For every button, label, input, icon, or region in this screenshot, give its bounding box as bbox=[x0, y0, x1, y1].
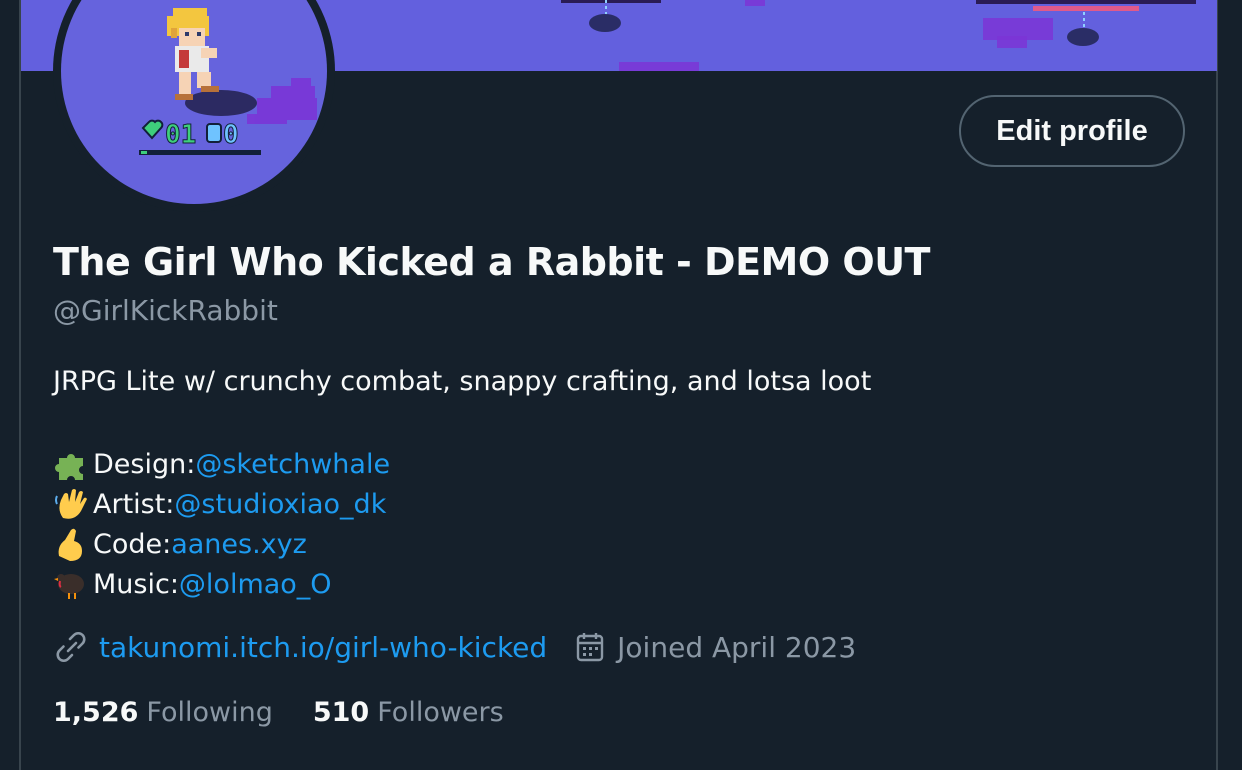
puzzle-piece-icon bbox=[53, 446, 91, 482]
credit-link-code[interactable]: aanes.xyz bbox=[171, 529, 307, 560]
credit-code: Code: aanes.xyz bbox=[53, 524, 307, 564]
followers-label: Followers bbox=[377, 696, 504, 728]
link-icon bbox=[53, 630, 89, 664]
avatar-shields-count: 0 bbox=[223, 120, 239, 150]
heart-icon bbox=[141, 119, 164, 140]
credit-link-design[interactable]: @sketchwhale bbox=[195, 449, 390, 480]
credit-role: Music: bbox=[93, 568, 179, 600]
edit-profile-button[interactable]: Edit profile bbox=[959, 95, 1185, 167]
bio-text: JRPG Lite w/ crunchy combat, snappy craf… bbox=[53, 366, 872, 397]
avatar-pixel-art: 01 0 bbox=[139, 8, 317, 155]
credit-link-music[interactable]: @lolmao_O bbox=[179, 569, 332, 600]
waving-hand-icon bbox=[53, 486, 91, 522]
followers-count: 510 bbox=[312, 696, 370, 728]
banner-purple-splash bbox=[745, 0, 765, 6]
credit-role: Code: bbox=[93, 528, 172, 560]
banner-purple-splash bbox=[619, 62, 699, 71]
avatar-image: 01 0 bbox=[61, 0, 327, 204]
calendar-icon bbox=[575, 631, 607, 663]
following-link[interactable]: 1,526 Following bbox=[53, 697, 273, 728]
credit-role: Design: bbox=[93, 448, 196, 480]
profile-meta: takunomi.itch.io/girl-who-kicked Joined … bbox=[53, 627, 856, 667]
banner-shadow bbox=[1067, 28, 1099, 46]
followers-link[interactable]: 510 Followers bbox=[313, 697, 504, 728]
credit-design: Design: @sketchwhale bbox=[53, 444, 390, 484]
pinching-hand-icon bbox=[53, 526, 91, 562]
credit-artist: Artist: @studioxiao_dk bbox=[53, 484, 386, 524]
credit-link-artist[interactable]: @studioxiao_dk bbox=[174, 489, 386, 520]
avatar-hearts-count: 01 bbox=[165, 120, 196, 150]
joined-date: Joined April 2023 bbox=[617, 630, 857, 664]
banner-ui-bar bbox=[976, 0, 1196, 4]
turkey-icon bbox=[53, 566, 91, 602]
following-count: 1,526 bbox=[53, 696, 139, 728]
display-name: The Girl Who Kicked a Rabbit - DEMO OUT bbox=[53, 240, 930, 284]
banner-purple-splash bbox=[997, 36, 1027, 48]
following-label: Following bbox=[146, 696, 273, 728]
website-link[interactable]: takunomi.itch.io/girl-who-kicked bbox=[99, 631, 547, 664]
follow-stats: 1,526 Following 510 Followers bbox=[53, 692, 504, 732]
credit-music: Music: @lolmao_O bbox=[53, 564, 332, 604]
banner-ui-bar bbox=[561, 0, 661, 3]
profile-handle: @GirlKickRabbit bbox=[53, 294, 278, 327]
banner-shadow bbox=[589, 14, 621, 32]
shield-icon bbox=[206, 123, 222, 143]
credit-role: Artist: bbox=[93, 488, 175, 520]
banner-health-bar bbox=[1033, 6, 1139, 11]
